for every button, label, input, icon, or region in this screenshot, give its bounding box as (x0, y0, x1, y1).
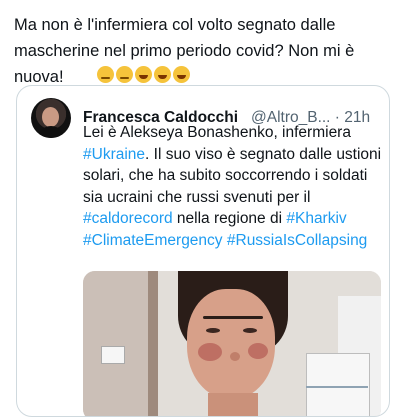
hashtag-ukraine[interactable]: #Ukraine (83, 146, 145, 163)
outer-tweet: Ma non è l'infermiera col volto segnato … (0, 0, 400, 417)
hashtag-caldorecord[interactable]: #caldorecord (83, 210, 173, 227)
outer-tweet-text: Ma non è l'infermiera col volto segnato … (14, 16, 359, 86)
more-options-icon[interactable]: ⋮ (384, 108, 389, 128)
rolling-laugh-icon (173, 66, 190, 83)
tweet-image[interactable] (83, 271, 381, 416)
image-eye-left (206, 328, 220, 333)
image-brow (203, 316, 263, 319)
rolling-laugh-icon (154, 66, 171, 83)
text-segment: Lei è Alekseya Bonashenko, infermiera (83, 124, 351, 141)
emoji-row (97, 66, 190, 86)
hashtag-russiaiscollapsing[interactable]: #RussiaIsCollapsing (227, 232, 367, 249)
image-cheek-mark-right (248, 343, 268, 359)
eye-roll-icon (116, 66, 133, 83)
image-door (83, 271, 148, 416)
quoted-tweet-text: Lei è Alekseya Bonashenko, infermiera #U… (83, 122, 383, 251)
image-eye-right (243, 328, 257, 333)
quoted-tweet-card[interactable]: Francesca Caldocchi @Altro_B... · 21h ⋮ … (16, 85, 390, 417)
image-wall-sign (101, 346, 125, 364)
hashtag-climateemergency[interactable]: #ClimateEmergency (83, 232, 223, 249)
text-segment: nella regione di (172, 210, 287, 227)
image-cheek-mark-left (198, 343, 222, 361)
image-neck (208, 393, 258, 416)
image-cart (306, 353, 370, 416)
hashtag-kharkiv[interactable]: #Kharkiv (286, 210, 346, 227)
image-doorframe (148, 271, 158, 416)
rolling-laugh-icon (135, 66, 152, 83)
avatar[interactable] (31, 98, 71, 138)
image-nose (230, 352, 240, 361)
image-cart-line (306, 386, 368, 388)
thinking-face-icon (97, 66, 114, 83)
